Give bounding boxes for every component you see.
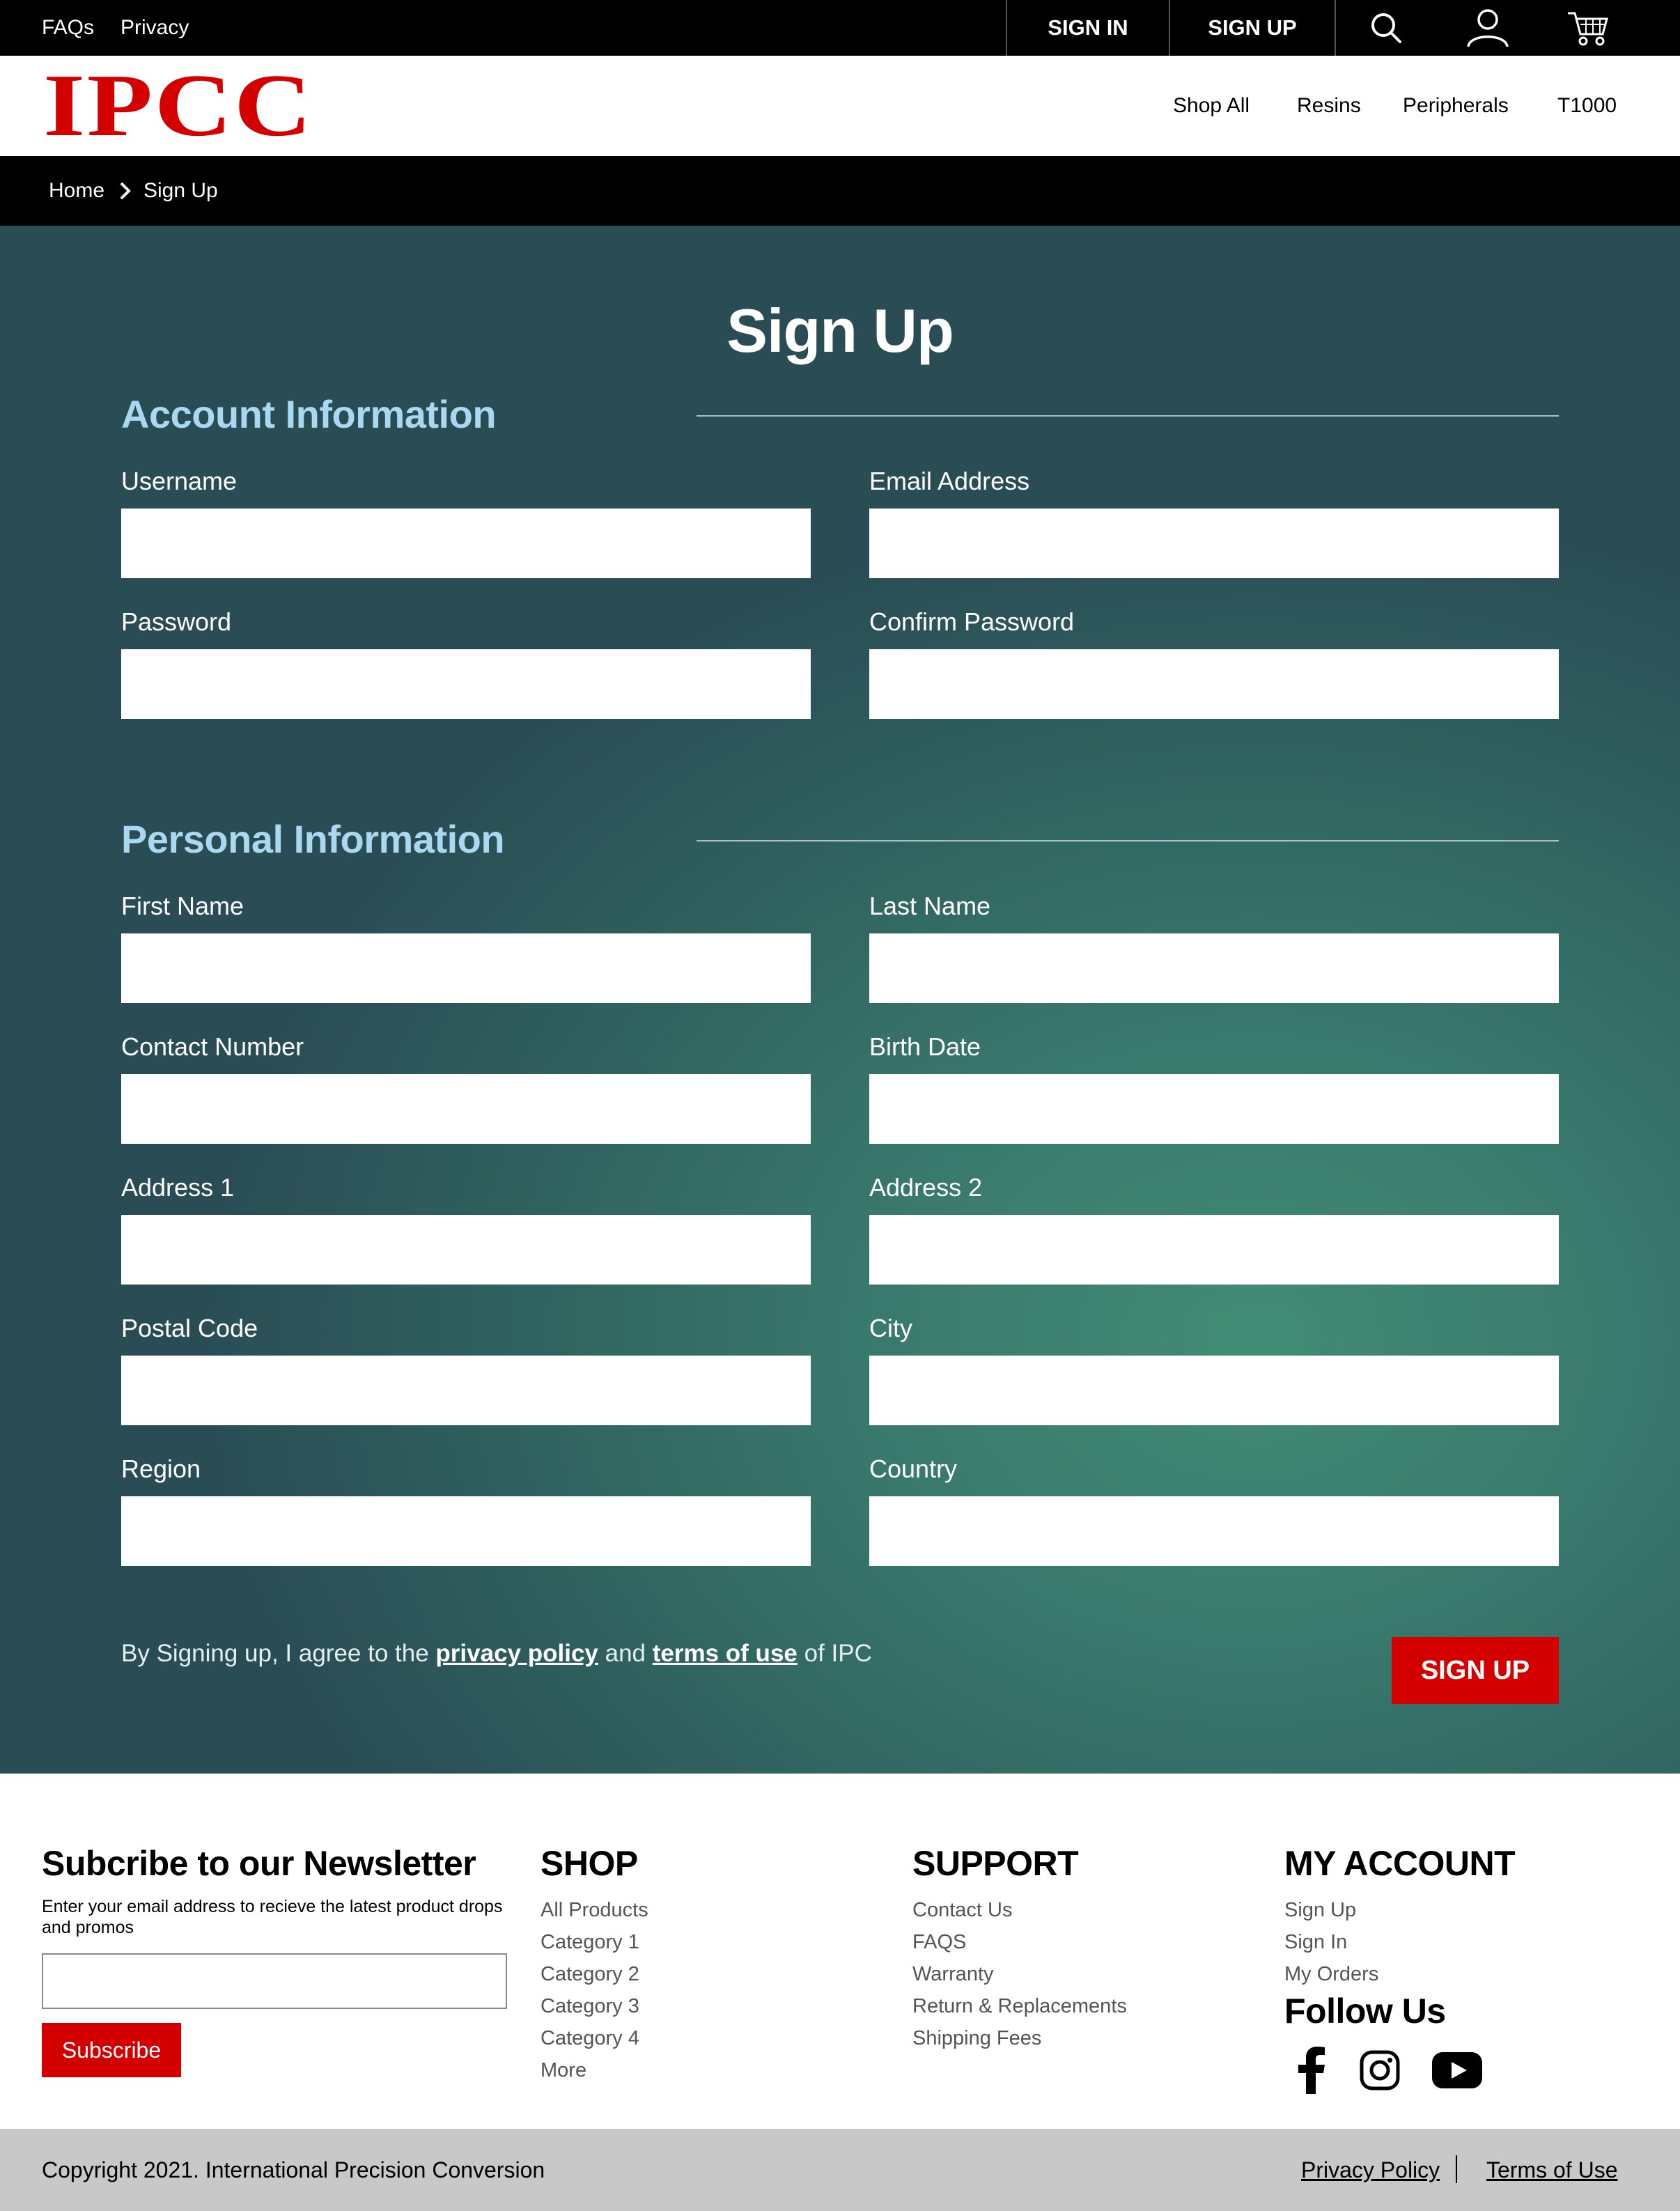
agreement-prefix: By Signing up, I agree to the (121, 1640, 429, 1667)
country-input[interactable] (869, 1496, 1559, 1566)
footer-link-category-4[interactable]: Category 4 (540, 2027, 639, 2050)
contact-number-input[interactable] (121, 1074, 811, 1144)
postal-code-label: Postal Code (121, 1314, 258, 1342)
bottom-privacy-policy-link[interactable]: Privacy Policy (1301, 2129, 1440, 2211)
agreement-text: By Signing up, I agree to the privacy po… (121, 1640, 872, 1668)
region-label: Region (121, 1454, 201, 1483)
confirm-password-input[interactable] (869, 649, 1559, 719)
newsletter-email-input[interactable] (42, 1953, 507, 2009)
contact-number-label: Contact Number (121, 1032, 304, 1061)
nav-peripherals[interactable]: Peripherals (1403, 56, 1509, 156)
footer-link-category-1[interactable]: Category 1 (540, 1931, 639, 1954)
main-header: IPCC Shop All Resins Peripherals T1000 (0, 56, 1680, 156)
follow-us-title: Follow Us (1284, 1992, 1446, 2031)
last-name-label: Last Name (869, 892, 991, 920)
link-separator (1456, 2155, 1457, 2183)
footer-link-category-3[interactable]: Category 3 (540, 1995, 639, 2018)
birth-date-label: Birth Date (869, 1032, 981, 1061)
address1-input[interactable] (121, 1215, 811, 1285)
instagram-icon[interactable] (1358, 2045, 1401, 2095)
password-input[interactable] (121, 649, 811, 719)
faqs-link[interactable]: FAQs (42, 0, 94, 56)
footer-link-sign-up[interactable]: Sign Up (1284, 1899, 1356, 1922)
city-label: City (869, 1314, 912, 1342)
nav-resins[interactable]: Resins (1297, 56, 1361, 156)
footer-link-sign-in[interactable]: Sign In (1284, 1931, 1347, 1954)
account-section-title: Account Information (121, 392, 497, 436)
footer-link-warranty[interactable]: Warranty (912, 1963, 994, 1986)
birth-date-input[interactable] (869, 1074, 1559, 1144)
footer-link-shipping-fees[interactable]: Shipping Fees (912, 2027, 1041, 2050)
first-name-input[interactable] (121, 933, 811, 1003)
support-title: SUPPORT (912, 1844, 1079, 1883)
subscribe-button[interactable]: Subscribe (42, 2023, 181, 2077)
my-account-title: MY ACCOUNT (1284, 1844, 1516, 1883)
username-label: Username (121, 467, 238, 495)
city-input[interactable] (869, 1356, 1559, 1425)
facebook-icon[interactable] (1294, 2045, 1329, 2095)
copyright-bar: Copyright 2021. International Precision … (0, 2129, 1680, 2211)
sign-in-button[interactable]: SIGN IN (1006, 0, 1169, 56)
section-divider (697, 840, 1559, 841)
sign-up-button[interactable]: SIGN UP (1169, 0, 1336, 56)
terms-of-use-link[interactable]: terms of use (653, 1640, 798, 1667)
nav-shop-all[interactable]: Shop All (1173, 56, 1250, 156)
footer-link-my-orders[interactable]: My Orders (1284, 1963, 1378, 1986)
first-name-label: First Name (121, 892, 244, 920)
section-divider (697, 415, 1559, 417)
last-name-input[interactable] (869, 933, 1559, 1003)
personal-section-title: Personal Information (121, 817, 505, 861)
breadcrumb-current: Sign Up (143, 179, 218, 202)
postal-code-input[interactable] (121, 1356, 811, 1425)
user-icon[interactable] (1465, 8, 1510, 47)
top-utility-bar: FAQs Privacy SIGN IN SIGN UP (0, 0, 1680, 56)
chevron-right-icon (116, 181, 134, 201)
footer-link-contact-us[interactable]: Contact Us (912, 1899, 1012, 1922)
copyright-text: Copyright 2021. International Precision … (42, 2157, 545, 2182)
email-input[interactable] (869, 509, 1559, 578)
address1-label: Address 1 (121, 1173, 235, 1202)
page-title: Sign Up (726, 296, 954, 365)
username-input[interactable] (121, 509, 811, 578)
footer-link-category-2[interactable]: Category 2 (540, 1963, 639, 1986)
cart-icon[interactable] (1566, 8, 1610, 47)
footer: Subcribe to our Newsletter Enter your em… (0, 1774, 1680, 2129)
address2-input[interactable] (869, 1215, 1559, 1285)
bottom-terms-of-use-link[interactable]: Terms of Use (1486, 2129, 1617, 2211)
privacy-link[interactable]: Privacy (120, 0, 189, 56)
logo-text: IPCC (43, 71, 313, 143)
country-label: Country (869, 1454, 958, 1483)
address2-label: Address 2 (869, 1173, 983, 1202)
region-input[interactable] (121, 1496, 811, 1566)
email-label: Email Address (869, 467, 1030, 495)
privacy-policy-link[interactable]: privacy policy (435, 1640, 598, 1667)
agreement-suffix: of IPC (804, 1640, 872, 1667)
youtube-icon[interactable] (1432, 2045, 1482, 2095)
confirm-password-label: Confirm Password (869, 607, 1075, 636)
footer-link-all-products[interactable]: All Products (540, 1899, 648, 1922)
signup-form-area: Sign Up Account Information Username Ema… (0, 226, 1680, 1774)
footer-link-returns[interactable]: Return & Replacements (912, 1995, 1127, 2018)
agreement-and: and (605, 1640, 646, 1667)
search-icon[interactable] (1367, 8, 1406, 47)
footer-link-more[interactable]: More (540, 2059, 586, 2082)
sign-up-submit-button[interactable]: SIGN UP (1392, 1637, 1559, 1704)
nav-t1000[interactable]: T1000 (1557, 56, 1617, 156)
password-label: Password (121, 607, 232, 636)
ipcc-logo[interactable]: IPCC (42, 56, 315, 155)
shop-title: SHOP (540, 1844, 638, 1883)
breadcrumb-home[interactable]: Home (49, 156, 104, 226)
footer-link-faqs[interactable]: FAQS (912, 1931, 966, 1954)
newsletter-title: Subcribe to our Newsletter (42, 1844, 476, 1883)
newsletter-description: Enter your email address to recieve the … (42, 1897, 503, 1937)
breadcrumb: Home Sign Up (0, 156, 1680, 226)
